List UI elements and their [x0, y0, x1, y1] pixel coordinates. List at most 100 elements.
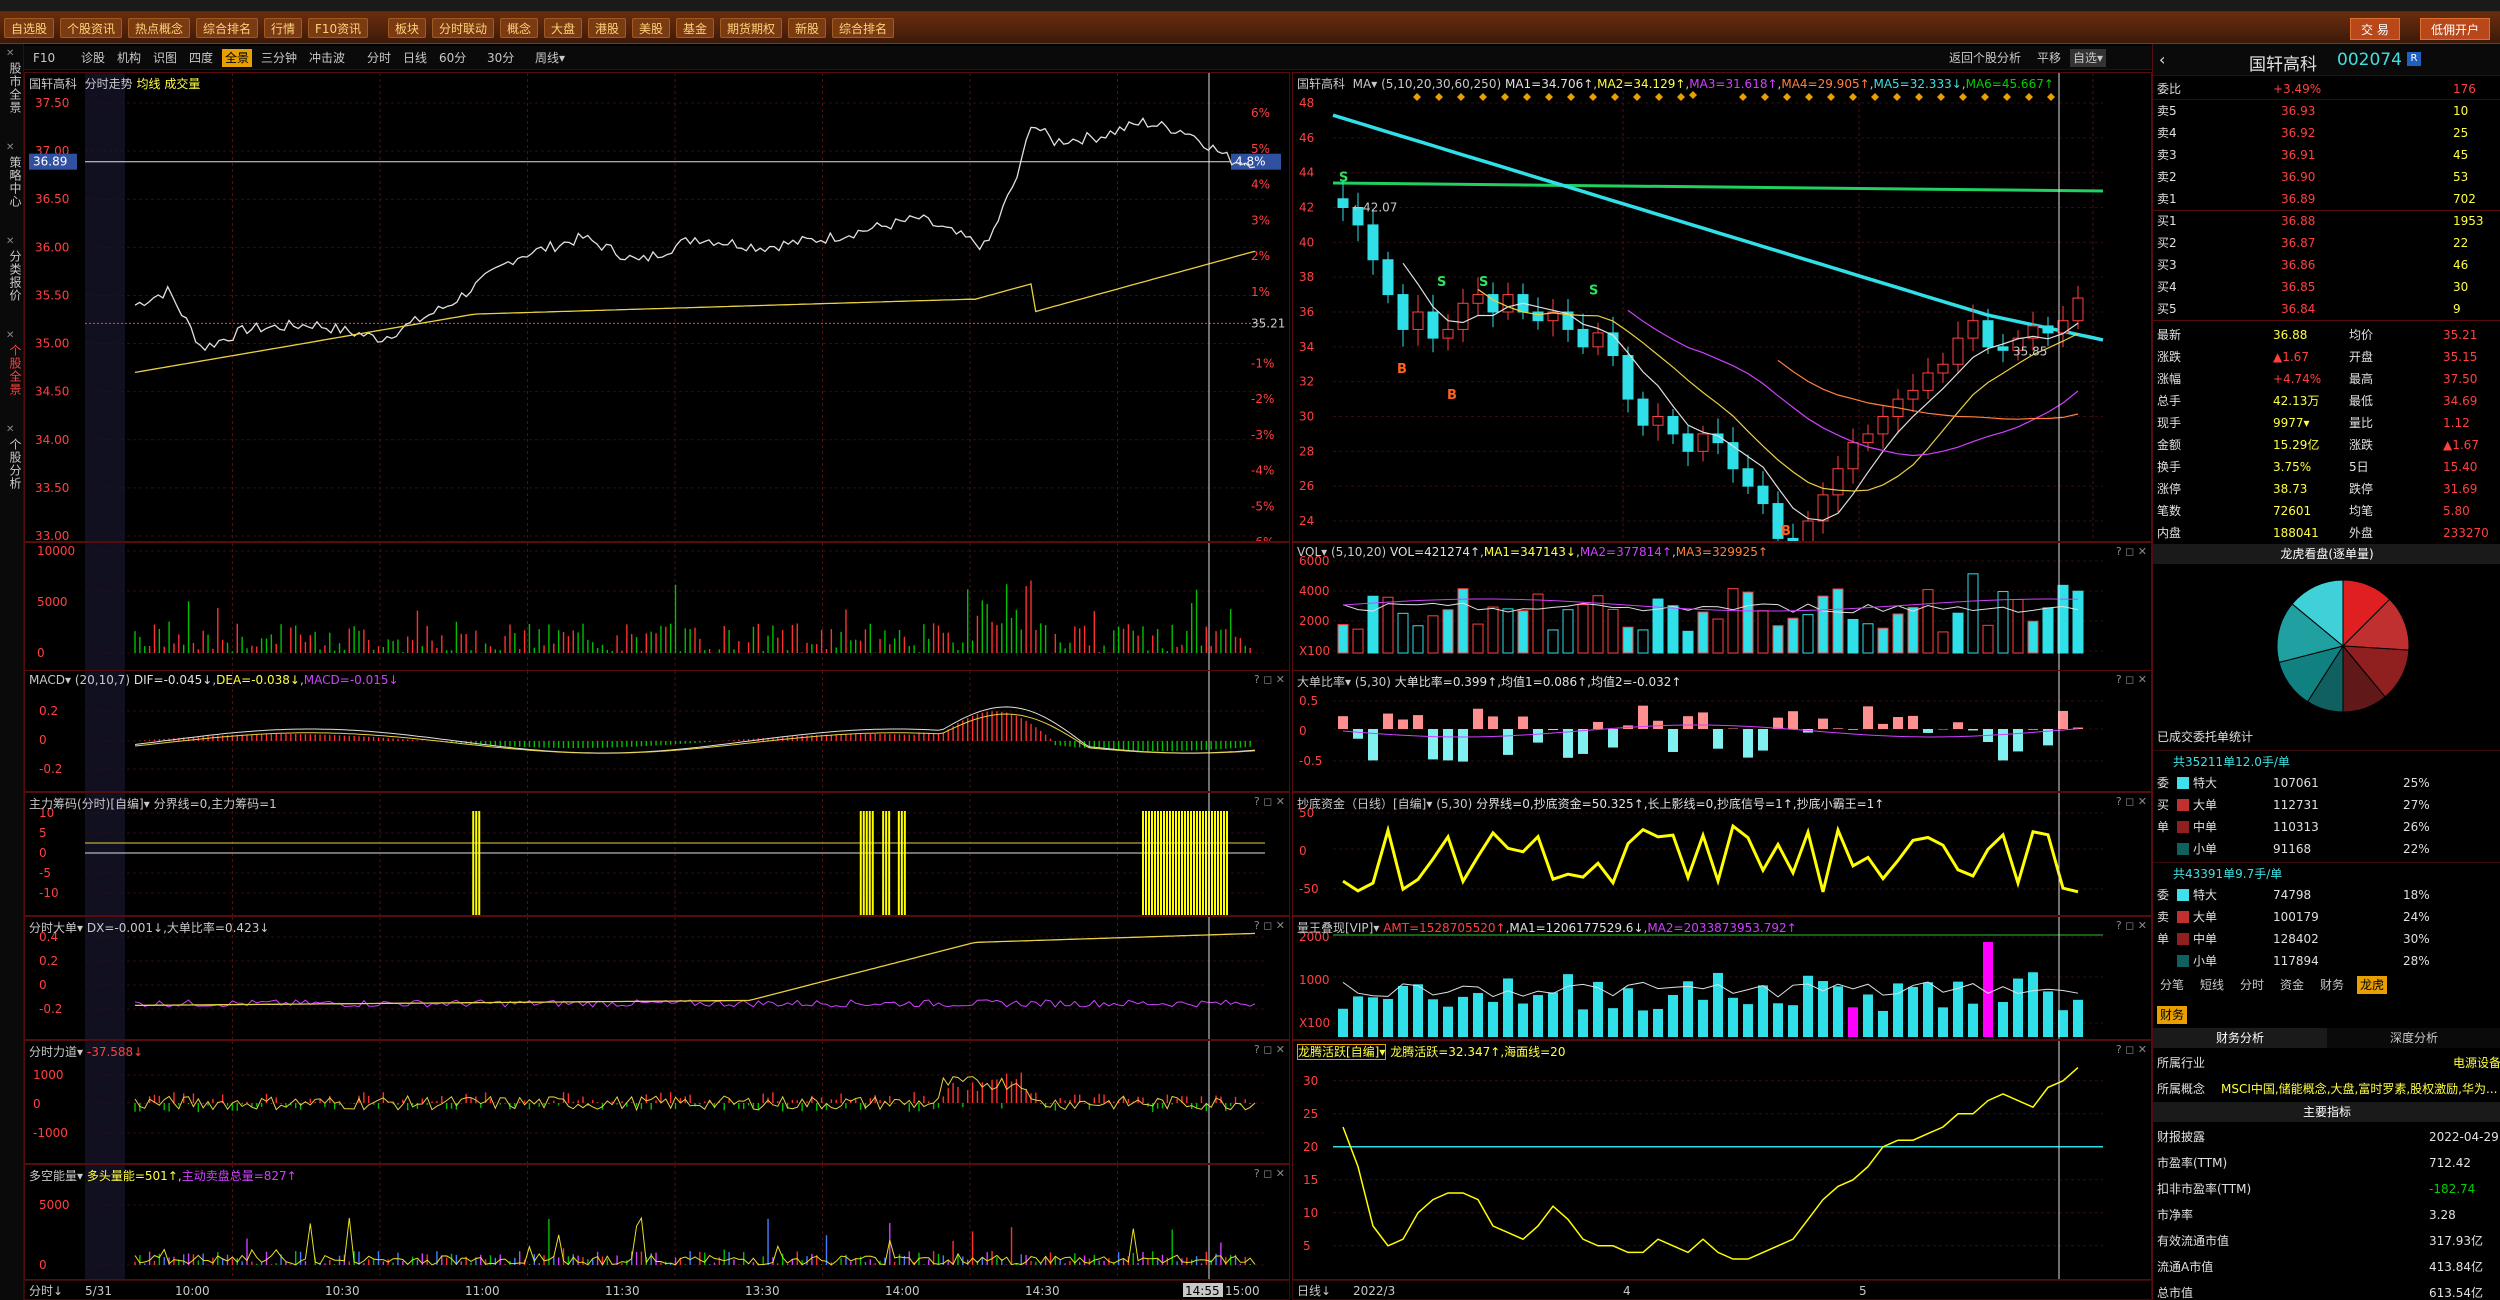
- lidao-title[interactable]: 分时力道▾: [29, 1045, 83, 1059]
- panel-controls[interactable]: ? ◻ ✕: [1254, 795, 1285, 808]
- rail-item-1[interactable]: 策略中心: [2, 156, 22, 208]
- daily-kline-chart[interactable]: 48464442403836343230282624←42.07←22.6735…: [1293, 73, 2151, 541]
- toolbar-button-12[interactable]: 基金: [676, 18, 715, 38]
- buy-level-row[interactable]: 买2 36.87 22: [2153, 232, 2500, 254]
- panel-controls[interactable]: ? ◻ ✕: [2116, 1043, 2147, 1056]
- selfsel-dropdown[interactable]: 自选▾: [2070, 49, 2107, 67]
- tab-0[interactable]: F10: [30, 49, 58, 67]
- buy-level-row[interactable]: 买3 36.86 46: [2153, 254, 2500, 276]
- toolbar-button-11[interactable]: 美股: [632, 18, 671, 38]
- tab-7[interactable]: 冲击波: [306, 49, 348, 67]
- rail-close-icon[interactable]: ✕: [6, 48, 14, 59]
- zhuli-title[interactable]: 主力筹码(分时)[自编]▾: [29, 797, 150, 811]
- toolbar-button-14[interactable]: 新股: [788, 18, 827, 38]
- sell-level-row[interactable]: 卖4 36.92 25: [2153, 122, 2500, 144]
- deep-analysis-tab[interactable]: 深度分析: [2327, 1028, 2500, 1048]
- liangwang-title[interactable]: 量王叠现[VIP]▾: [1297, 921, 1379, 935]
- rail-close-icon[interactable]: ✕: [6, 236, 14, 247]
- tab-6[interactable]: 三分钟: [258, 49, 300, 67]
- tab-9[interactable]: 日线: [400, 49, 430, 67]
- back-to-analysis-button[interactable]: 返回个股分析: [1946, 49, 2024, 67]
- panel-controls[interactable]: ? ◻ ✕: [2116, 795, 2147, 808]
- chaodi-title[interactable]: 抄底资金（日线）[自编]▾: [1297, 797, 1432, 811]
- tab-10[interactable]: 60分: [436, 49, 469, 67]
- subtab-0[interactable]: 分笔: [2157, 976, 2187, 994]
- panel-controls[interactable]: ? ◻ ✕: [2116, 919, 2147, 932]
- subtab-2[interactable]: 分时: [2237, 976, 2267, 994]
- tab-1[interactable]: 诊股: [78, 49, 108, 67]
- toolbar-button-2[interactable]: 热点概念: [128, 18, 191, 38]
- tab-11[interactable]: 30分: [484, 49, 517, 67]
- rail-close-icon[interactable]: ✕: [6, 424, 14, 435]
- buy-level-row[interactable]: 买4 36.85 30: [2153, 276, 2500, 298]
- panel-controls[interactable]: ? ◻ ✕: [1254, 1167, 1285, 1180]
- finance-analysis-tab[interactable]: 财务分析: [2153, 1028, 2327, 1048]
- daily-vol-chart[interactable]: 600040002000X100: [1293, 543, 2151, 671]
- toolbar-button-3[interactable]: 综合排名: [196, 18, 259, 38]
- signal-diamond-icon: [1479, 93, 1487, 101]
- subtab-4[interactable]: 财务: [2317, 976, 2347, 994]
- toolbar-button-15[interactable]: 综合排名: [832, 18, 895, 38]
- dadanbi-tick-label: -0.5: [1299, 754, 1322, 768]
- toolbar-button-9[interactable]: 大盘: [544, 18, 583, 38]
- daily-ma[interactable]: MA▾: [1353, 77, 1378, 91]
- toolbar-button-4[interactable]: 行情: [264, 18, 303, 38]
- buy-level-row[interactable]: 买1 36.88 1953: [2153, 210, 2500, 232]
- duokong-title[interactable]: 多空能量▾: [29, 1169, 83, 1183]
- panel-controls[interactable]: ? ◻ ✕: [2116, 545, 2147, 558]
- subtab-1[interactable]: 短线: [2197, 976, 2227, 994]
- intraday-volume-chart[interactable]: 10000 5000 0: [25, 543, 1289, 671]
- order-pie-chart[interactable]: [2153, 566, 2500, 726]
- finance-row: 总市值 613.54亿: [2153, 1282, 2500, 1300]
- subtab-5[interactable]: 龙虎: [2357, 976, 2388, 994]
- tab-8[interactable]: 分时: [364, 49, 394, 67]
- panel-controls[interactable]: ? ◻ ✕: [2116, 673, 2147, 686]
- buy-level-row[interactable]: 买5 36.84 9: [2153, 298, 2500, 320]
- sell-level-row[interactable]: 卖2 36.90 53: [2153, 166, 2500, 188]
- macd-chart[interactable]: 0.2 0 -0.2: [25, 671, 1289, 791]
- sell-level-row[interactable]: 卖3 36.91 45: [2153, 144, 2500, 166]
- rail-item-0[interactable]: 股市全景: [2, 62, 22, 114]
- back-arrow-icon[interactable]: ‹: [2159, 50, 2165, 69]
- rail-item-3[interactable]: 个股全景: [2, 344, 22, 396]
- sell-level-row[interactable]: 卖1 36.89 702: [2153, 188, 2500, 210]
- rail-close-icon[interactable]: ✕: [6, 330, 14, 341]
- lidao-chart[interactable]: 1000 0 -1000: [25, 1041, 1289, 1163]
- rong-badge-icon[interactable]: R: [2407, 52, 2421, 66]
- panel-controls[interactable]: ? ◻ ✕: [1254, 673, 1285, 686]
- tab-12[interactable]: 周线▾: [532, 49, 568, 67]
- toolbar-button-1[interactable]: 个股资讯: [60, 18, 123, 38]
- toolbar-button-6[interactable]: 板块: [388, 18, 427, 38]
- intraday-sub2[interactable]: 均线 成交量: [137, 77, 201, 91]
- toolbar-button-5[interactable]: F10资讯: [308, 18, 369, 38]
- longteng-chart[interactable]: 30 25 20 15 10 5: [1293, 1041, 2151, 1279]
- panel-controls[interactable]: ? ◻ ✕: [1254, 1043, 1285, 1056]
- toolbar-button-8[interactable]: 概念: [500, 18, 539, 38]
- intraday-chart[interactable]: 37.5037.0036.5036.0035.5035.0034.5034.00…: [25, 73, 1289, 541]
- dvol-title[interactable]: VOL▾: [1297, 545, 1327, 559]
- signal-diamond-icon: [1827, 93, 1835, 101]
- tab-2[interactable]: 机构: [114, 49, 144, 67]
- tab-4[interactable]: 四度: [186, 49, 216, 67]
- avg-label: 35.21: [1251, 316, 1285, 330]
- rail-item-4[interactable]: 个股分析: [2, 438, 22, 490]
- finance-tab[interactable]: 财务: [2157, 1006, 2188, 1024]
- macd-title[interactable]: MACD▾: [29, 673, 71, 687]
- open-account-button[interactable]: 低佣开户: [2420, 18, 2491, 40]
- rail-close-icon[interactable]: ✕: [6, 142, 14, 153]
- toolbar-button-10[interactable]: 港股: [588, 18, 627, 38]
- panel-controls[interactable]: ? ◻ ✕: [1254, 919, 1285, 932]
- longteng-title[interactable]: 龙腾活跃[自编]▾: [1297, 1044, 1387, 1060]
- trade-button[interactable]: 交 易: [2350, 18, 2400, 40]
- tab-5[interactable]: 全景: [222, 49, 253, 67]
- sell-level-row[interactable]: 卖5 36.93 10: [2153, 100, 2500, 122]
- toolbar-button-7[interactable]: 分时联动: [432, 18, 495, 38]
- subtab-3[interactable]: 资金: [2277, 976, 2307, 994]
- toolbar-button-13[interactable]: 期货期权: [720, 18, 783, 38]
- toolbar-button-0[interactable]: 自选股: [4, 18, 55, 38]
- dadanbi-title[interactable]: 大单比率▾: [1297, 675, 1351, 689]
- tab-3[interactable]: 识图: [150, 49, 180, 67]
- rail-item-2[interactable]: 分类报价: [2, 250, 22, 302]
- flat-toggle[interactable]: 平移: [2034, 49, 2064, 67]
- dadan-title[interactable]: 分时大单▾: [29, 921, 83, 935]
